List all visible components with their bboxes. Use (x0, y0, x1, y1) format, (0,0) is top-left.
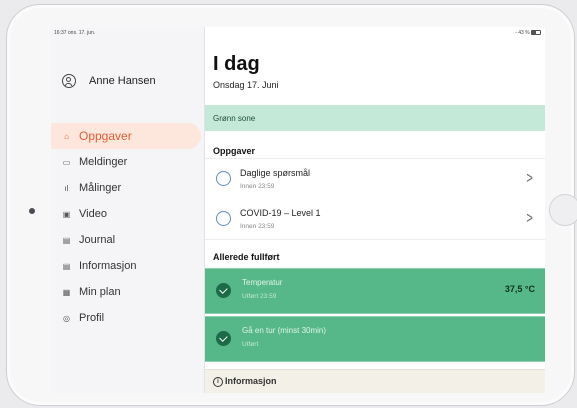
sidebar: Anne Hansen ⌂ Oppgaver ▭ Meldinger ıl Må… (51, 27, 205, 393)
sidebar-nav: ⌂ Oppgaver ▭ Meldinger ıl Målinger ▣ Vid… (51, 123, 201, 331)
user-profile[interactable]: Anne Hansen (62, 74, 156, 88)
profile-icon: ◎ (63, 313, 70, 323)
camera-icon (29, 208, 35, 214)
sidebar-item-profil[interactable]: ◎ Profil (51, 305, 201, 331)
task-row[interactable]: Daglige spørsmål Innen 23:59 > (205, 158, 545, 200)
task-deadline: Innen 23:59 (240, 223, 275, 230)
sidebar-item-meldinger[interactable]: ▭ Meldinger (51, 149, 201, 175)
bar-chart-icon: ıl (64, 183, 69, 193)
sidebar-item-min-plan[interactable]: ▦ Min plan (51, 279, 201, 305)
avatar-icon (62, 74, 76, 88)
clipboard-icon: ▤ (62, 235, 71, 245)
sidebar-item-informasjon[interactable]: ▤ Informasjon (51, 253, 201, 279)
home-button[interactable] (549, 194, 577, 226)
radio-icon (216, 171, 231, 186)
main-content: I dag Onsdag 17. Juni Grønn sone Oppgave… (205, 27, 545, 393)
tasks-heading: Oppgaver (213, 146, 256, 156)
status-bar: 16:37 ons. 17. jun. ◦ 43 % (51, 27, 545, 40)
measurement-value: 37,5 °C (504, 284, 535, 294)
radio-icon (216, 211, 231, 226)
sidebar-item-malinger[interactable]: ıl Målinger (51, 175, 201, 201)
home-icon: ⌂ (64, 131, 69, 141)
task-title: Daglige spørsmål (240, 168, 311, 178)
check-icon (216, 331, 231, 346)
document-icon: ▤ (62, 261, 71, 271)
check-icon (216, 283, 231, 298)
status-battery: 43 % (518, 30, 530, 36)
sidebar-item-journal[interactable]: ▤ Journal (51, 227, 201, 253)
done-heading: Allerede fullført (213, 252, 280, 262)
zone-banner: Grønn sone (205, 105, 545, 131)
completed-task-row[interactable]: Temperatur Utført 23:59 37,5 °C (205, 268, 545, 314)
chevron-right-icon: > (526, 210, 533, 227)
status-date: ons. 17. jun. (67, 30, 96, 36)
task-row[interactable]: COVID-19 – Level 1 Innen 23:59 > (205, 199, 545, 240)
calendar-icon: ▦ (62, 287, 71, 297)
sidebar-item-video[interactable]: ▣ Video (51, 201, 201, 227)
screen: 16:37 ons. 17. jun. ◦ 43 % Anne Hansen ⌂… (51, 27, 545, 393)
completed-task-time: Utført (242, 341, 259, 348)
task-title: COVID-19 – Level 1 (240, 208, 321, 218)
info-icon: i (213, 377, 223, 387)
completed-task-title: Gå en tur (minst 30min) (242, 326, 327, 335)
page-title: I dag (213, 53, 260, 75)
video-icon: ▣ (62, 209, 71, 219)
chevron-right-icon: > (526, 170, 533, 187)
chat-icon: ▭ (62, 157, 71, 167)
task-deadline: Innen 23:59 (240, 183, 275, 190)
info-label: Informasjon (225, 376, 277, 386)
info-section[interactable]: i Informasjon (205, 369, 545, 393)
user-name: Anne Hansen (89, 75, 156, 87)
completed-task-time: Utført 23:59 (242, 293, 277, 300)
completed-task-row[interactable]: Gå en tur (minst 30min) Utført (205, 316, 545, 362)
battery-icon (531, 30, 541, 36)
completed-task-title: Temperatur (242, 278, 283, 287)
sidebar-item-oppgaver[interactable]: ⌂ Oppgaver (51, 123, 201, 149)
wifi-icon: ◦ (515, 30, 517, 36)
page-subtitle: Onsdag 17. Juni (213, 80, 279, 90)
status-time: 16:37 (54, 30, 67, 36)
